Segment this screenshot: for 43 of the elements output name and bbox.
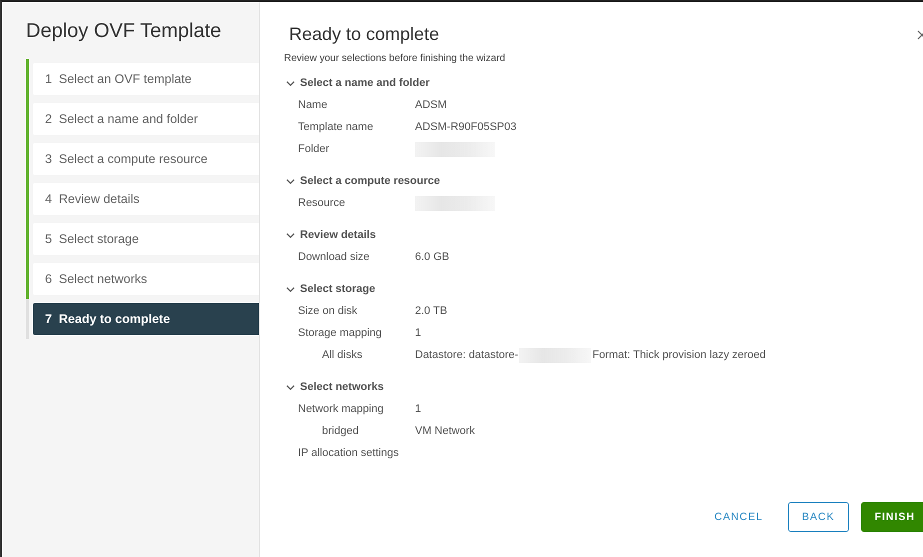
field-value: 1 (415, 403, 422, 415)
wizard-step[interactable]: 5 Select storage (33, 223, 259, 255)
chevron-icon[interactable] (286, 230, 295, 240)
page-title: Ready to complete (288, 24, 440, 45)
wizard-button[interactable]: CANCEL (701, 502, 776, 532)
section-title[interactable]: Review details (300, 229, 376, 241)
field-label: Name (297, 99, 328, 111)
field-value: Datastore: datastore- (415, 349, 518, 361)
wizard-step[interactable]: 2 Select a name and folder (33, 103, 259, 135)
field-value: Format: Thick provision lazy zeroed (592, 349, 766, 361)
field-value: ADSM-R90F05SP03 (415, 121, 516, 133)
section-title[interactable]: Select a name and folder (300, 77, 430, 89)
wizard-button[interactable]: BACK (788, 502, 849, 532)
field-value: 1 (415, 327, 422, 339)
wizard-title: Deploy OVF Template (26, 20, 222, 43)
field-label: Network mapping (297, 403, 385, 415)
field-label: Storage mapping (297, 327, 383, 339)
field-label: Folder (297, 143, 330, 155)
wizard-step[interactable]: 1 Select an OVF template (33, 63, 259, 95)
field-label: Resource (297, 197, 346, 209)
section-title[interactable]: Select storage (300, 283, 376, 295)
chevron-icon[interactable] (286, 176, 295, 186)
wizard-step[interactable]: 6 Select networks (33, 263, 259, 295)
field-label: Size on disk (297, 305, 358, 317)
field-value: 2.0 TB (415, 305, 448, 317)
chevron-icon[interactable] (286, 284, 295, 294)
section-title[interactable]: Select a compute resource (300, 175, 440, 187)
field-value: ADSM (415, 99, 447, 111)
field-label: bridged (321, 425, 360, 437)
field-label: Template name (297, 121, 374, 133)
chevron-icon[interactable] (286, 382, 295, 392)
section-title[interactable]: Select networks (300, 381, 384, 393)
chevron-icon[interactable] (286, 78, 295, 88)
wizard-step[interactable]: 4 Review details (33, 183, 259, 215)
wizard-step[interactable]: 3 Select a compute resource (33, 143, 259, 175)
wizard-button[interactable]: FINISH (860, 502, 923, 532)
field-label: All disks (321, 349, 364, 361)
field-label: IP allocation settings (297, 447, 400, 459)
field-label: Download size (297, 251, 371, 263)
page-subtitle: Review your selections before finishing the wizard (284, 53, 506, 64)
wizard-step[interactable]: 7 Ready to complete (33, 303, 259, 335)
field-value: VM Network (415, 425, 475, 437)
field-value: 6.0 GB (415, 251, 450, 263)
